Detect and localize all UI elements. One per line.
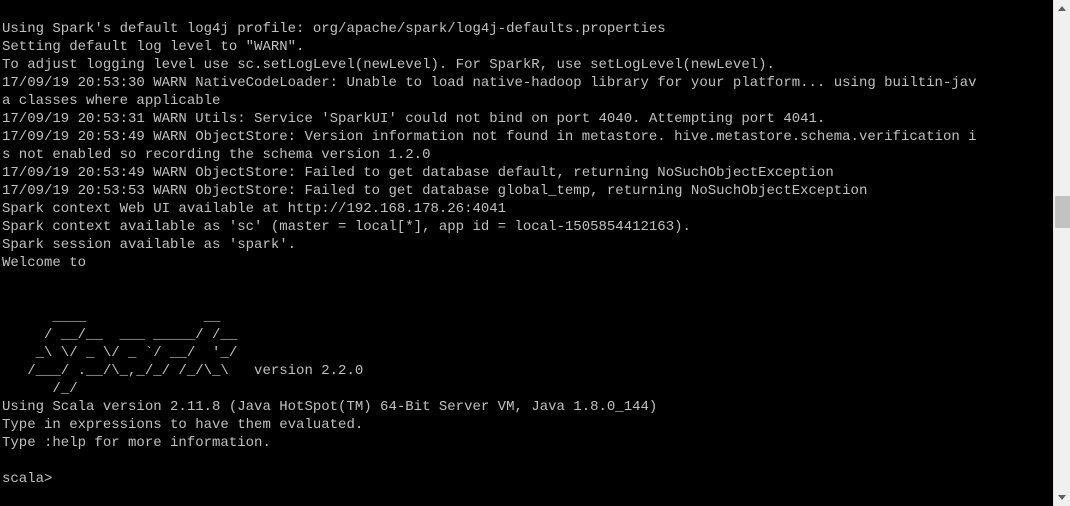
scrollbar-thumb[interactable] — [1055, 196, 1070, 228]
log-line: Welcome to — [2, 255, 86, 271]
log-line: 17/09/19 20:53:53 WARN ObjectStore: Fail… — [2, 183, 867, 199]
ascii-art-line: ____ __ — [2, 309, 220, 325]
ascii-art-line: _\ \/ _ \/ _ `/ __/ '_/ — [2, 345, 237, 361]
log-line: 17/09/19 20:53:49 WARN ObjectStore: Vers… — [2, 129, 977, 163]
terminal-output[interactable]: Using Spark's default log4j profile: org… — [0, 0, 1053, 506]
log-line: Spark context available as 'sc' (master … — [2, 219, 691, 235]
ascii-art-line: /___/ .__/\_,_/_/ /_/\_\ version 2.2.0 — [2, 363, 363, 379]
log-line: Using Scala version 2.11.8 (Java HotSpot… — [2, 399, 657, 415]
scroll-down-arrow-icon[interactable] — [1054, 489, 1070, 506]
log-line: Setting default log level to "WARN". — [2, 39, 304, 55]
log-line: Using Spark's default log4j profile: org… — [2, 21, 666, 37]
vertical-scrollbar[interactable] — [1053, 0, 1070, 506]
scrollbar-track[interactable] — [1054, 17, 1070, 489]
log-line: Spark context Web UI available at http:/… — [2, 201, 506, 217]
log-line: Type :help for more information. — [2, 435, 271, 451]
log-line: Spark session available as 'spark'. — [2, 237, 296, 253]
terminal-window: Using Spark's default log4j profile: org… — [0, 0, 1070, 506]
log-line: 17/09/19 20:53:30 WARN NativeCodeLoader:… — [2, 75, 977, 109]
log-line: 17/09/19 20:53:49 WARN ObjectStore: Fail… — [2, 165, 834, 181]
log-line: Type in expressions to have them evaluat… — [2, 417, 363, 433]
log-line: 17/09/19 20:53:31 WARN Utils: Service 'S… — [2, 111, 825, 127]
log-line: To adjust logging level use sc.setLogLev… — [2, 57, 775, 73]
ascii-art-line: / __/__ ___ _____/ /__ — [2, 327, 237, 343]
prompt-line[interactable]: scala> — [2, 471, 52, 487]
ascii-art-line: /_/ — [2, 381, 78, 397]
scroll-up-arrow-icon[interactable] — [1054, 0, 1070, 17]
